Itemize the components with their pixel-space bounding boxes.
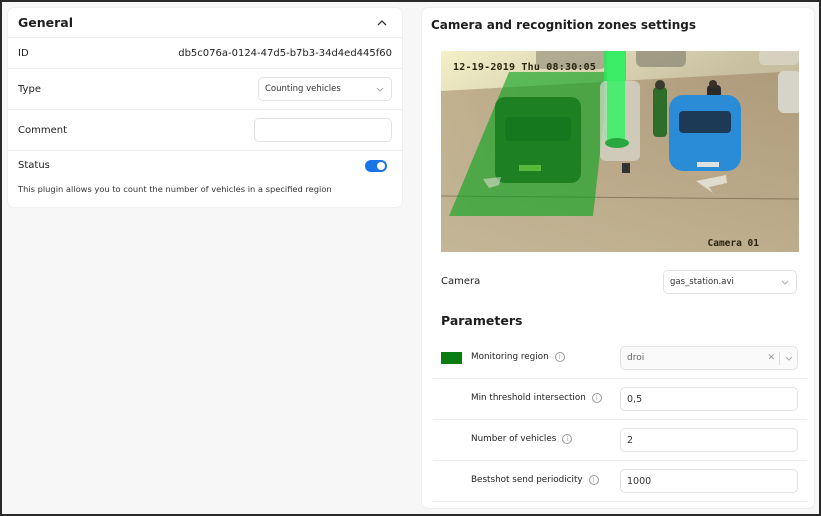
timestamp-overlay: 12-19-2019 Thu 08:30:05 bbox=[453, 62, 597, 73]
info-icon[interactable]: i bbox=[588, 475, 599, 485]
chevron-down-icon bbox=[780, 277, 790, 287]
status-row: Status bbox=[8, 151, 402, 180]
type-select-value: Counting vehicles bbox=[265, 84, 341, 94]
number-of-vehicles-input[interactable]: 2 bbox=[620, 428, 798, 452]
type-select[interactable]: Counting vehicles bbox=[258, 77, 392, 101]
camera-select-value: gas_station.avi bbox=[670, 277, 734, 287]
param-label-text: Monitoring region bbox=[471, 352, 549, 362]
parameters-title: Parameters bbox=[441, 313, 523, 328]
param-row-bestshot-periodicity: Bestshot send periodicity i 1000 bbox=[433, 461, 807, 502]
param-label-text: Bestshot send periodicity bbox=[471, 475, 583, 485]
general-card: General ID db5c076a-0124-47d5-b7b3-34d4e… bbox=[7, 7, 403, 208]
type-row: Type Counting vehicles bbox=[8, 69, 402, 110]
comment-input[interactable] bbox=[254, 118, 392, 142]
camera-preview[interactable]: 12-19-2019 Thu 08:30:05 Camera 01 bbox=[441, 51, 799, 252]
param-label-text: Min threshold intersection bbox=[471, 393, 586, 403]
chevron-down-icon bbox=[375, 84, 385, 94]
status-toggle[interactable] bbox=[365, 159, 387, 172]
monitoring-region-value: droi bbox=[627, 353, 645, 363]
param-row-monitoring-region: Monitoring region i droi ✕ bbox=[433, 338, 807, 379]
plugin-description: This plugin allows you to count the numb… bbox=[18, 184, 332, 194]
id-value: db5c076a-0124-47d5-b7b3-34d4ed445f60 bbox=[178, 47, 392, 59]
camera-select[interactable]: gas_station.avi bbox=[663, 270, 797, 294]
info-icon[interactable]: i bbox=[562, 434, 573, 444]
param-label: Monitoring region i bbox=[471, 352, 565, 362]
general-card-header[interactable]: General bbox=[8, 8, 402, 38]
right-pane: Camera and recognition zones settings 12… bbox=[414, 2, 819, 514]
toggle-knob bbox=[377, 161, 385, 170]
camera-label: Camera bbox=[441, 276, 481, 287]
clear-icon[interactable]: ✕ bbox=[767, 353, 775, 363]
param-label: Min threshold intersection i bbox=[471, 393, 602, 403]
camera-preview-image bbox=[441, 51, 799, 252]
param-row-min-threshold: Min threshold intersection i 0,5 bbox=[433, 379, 807, 420]
camera-settings-title: Camera and recognition zones settings bbox=[431, 18, 696, 32]
select-separator bbox=[779, 352, 780, 365]
param-label-text: Number of vehicles bbox=[471, 434, 557, 444]
param-label: Number of vehicles i bbox=[471, 434, 573, 444]
general-title: General bbox=[18, 15, 73, 30]
region-color-swatch[interactable] bbox=[441, 352, 462, 364]
info-icon[interactable]: i bbox=[591, 393, 602, 403]
chevron-down-icon bbox=[785, 354, 793, 364]
chevron-up-icon[interactable] bbox=[375, 16, 389, 30]
param-label: Bestshot send periodicity i bbox=[471, 475, 599, 485]
left-pane: General ID db5c076a-0124-47d5-b7b3-34d4e… bbox=[2, 2, 414, 514]
bestshot-periodicity-input[interactable]: 1000 bbox=[620, 469, 798, 493]
status-label: Status bbox=[18, 160, 50, 171]
monitoring-region-select[interactable]: droi ✕ bbox=[620, 346, 798, 370]
comment-label: Comment bbox=[18, 124, 67, 136]
param-row-number-of-vehicles: Number of vehicles i 2 bbox=[433, 420, 807, 461]
camera-settings-card: Camera and recognition zones settings 12… bbox=[421, 7, 815, 509]
comment-row: Comment bbox=[8, 110, 402, 151]
camera-name-overlay: Camera 01 bbox=[707, 238, 759, 249]
id-row: ID db5c076a-0124-47d5-b7b3-34d4ed445f60 bbox=[8, 38, 402, 69]
type-label: Type bbox=[18, 83, 41, 95]
id-label: ID bbox=[18, 47, 29, 59]
min-threshold-input[interactable]: 0,5 bbox=[620, 387, 798, 411]
info-icon[interactable]: i bbox=[554, 352, 565, 362]
